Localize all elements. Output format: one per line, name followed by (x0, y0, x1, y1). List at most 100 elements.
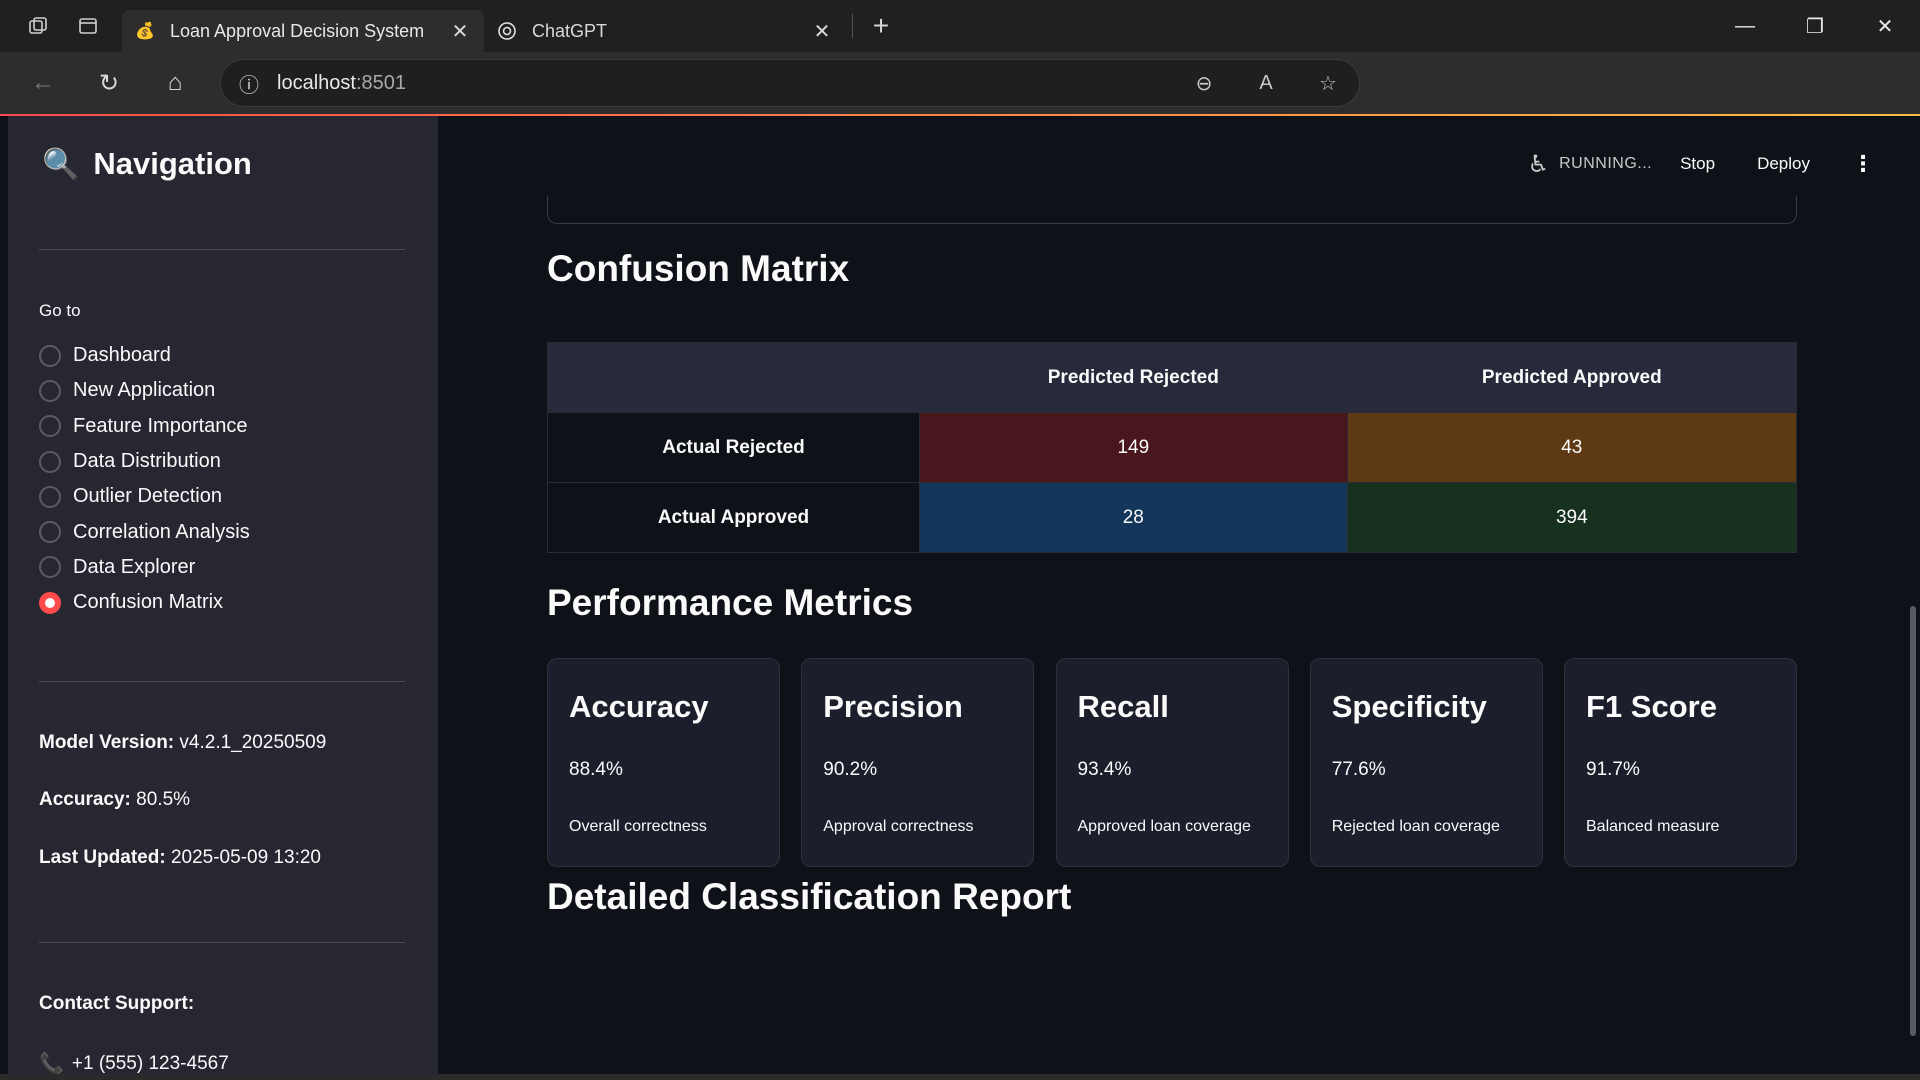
deploy-button[interactable]: Deploy (1757, 154, 1810, 174)
tab-title: Loan Approval Decision System (170, 20, 425, 41)
radio-button[interactable] (39, 415, 61, 438)
radio-button[interactable] (39, 450, 61, 473)
browser-tab-bar: 💰 Loan Approval Decision System ✕ ChatGP… (0, 0, 1920, 52)
table-row: Actual Rejected 149 43 (547, 412, 1798, 483)
tab-title: ChatGPT (532, 20, 608, 41)
restore-icon[interactable]: ❐ (1780, 0, 1850, 52)
tab-loan-approval[interactable]: 💰 Loan Approval Decision System ✕ (122, 10, 484, 52)
divider (39, 942, 405, 943)
sidebar-item-outlier-detection[interactable]: Outlier Detection (39, 479, 250, 514)
classification-report-heading: Detailed Classification Report (547, 876, 1072, 917)
minimize-icon[interactable]: — (1710, 0, 1780, 52)
last-updated: Last Updated: 2025-05-09 13:20 (39, 847, 321, 869)
phone-line: 📞 +1 (555) 123-4567 (39, 1051, 229, 1076)
table-row: Actual Approved 28 394 (547, 482, 1798, 553)
metric-title: Accuracy (569, 689, 709, 724)
radio-label: Confusion Matrix (73, 591, 224, 614)
radio-button[interactable] (39, 344, 61, 367)
radio-button[interactable] (39, 379, 61, 402)
metric-card-recall: Recall 93.4% Approved loan coverage (1055, 658, 1289, 867)
zoom-out-icon[interactable]: ⊖ (1173, 71, 1235, 96)
metric-card-accuracy: Accuracy 88.4% Overall correctness (547, 658, 780, 867)
radio-button[interactable] (39, 485, 61, 508)
running-status: RUNNING... (1559, 155, 1653, 172)
accuracy-value: 80.5% (130, 789, 191, 810)
new-tab-icon[interactable]: + (859, 10, 903, 42)
metric-value: 77.6% (1331, 759, 1386, 780)
metric-card-precision: Precision 90.2% Approval correctness (801, 658, 1035, 867)
cell-true-negative: 149 (919, 412, 1348, 483)
money-bag-icon: 💰 (135, 23, 155, 40)
read-aloud-icon[interactable]: A (1235, 72, 1297, 95)
last-updated-label: Last Updated: (39, 847, 166, 868)
row-header: Actual Approved (547, 482, 920, 553)
model-version: Model Version: v4.2.1_20250509 (39, 732, 326, 754)
contact-support-label: Contact Support: (39, 993, 195, 1014)
radio-label: Outlier Detection (73, 485, 222, 508)
sidebar-item-correlation-analysis[interactable]: Correlation Analysis (39, 514, 250, 549)
radio-button[interactable] (39, 556, 61, 579)
navigation-radio-group: Dashboard New Application Feature Import… (39, 338, 250, 620)
row-header: Actual Rejected (547, 412, 920, 483)
site-info-icon[interactable]: ⓘ (221, 69, 277, 98)
metric-title: Specificity (1331, 689, 1487, 724)
metric-title: F1 Score (1586, 689, 1717, 724)
metric-title: Precision (823, 689, 963, 724)
sidebar-title: 🔍 Navigation (42, 146, 252, 182)
sidebar-item-feature-importance[interactable]: Feature Importance (39, 409, 250, 444)
metric-value: 90.2% (823, 759, 878, 780)
metric-value: 91.7% (1586, 759, 1640, 780)
model-version-value: v4.2.1_20250509 (174, 732, 327, 753)
radio-label: Dashboard (73, 344, 171, 367)
main-menu-icon[interactable]: ⋮ (1852, 151, 1874, 177)
metric-description: Approved loan coverage (1077, 818, 1251, 835)
metric-description: Approval correctness (823, 818, 974, 835)
radio-label: Data Explorer (73, 555, 196, 578)
tab-separator (852, 14, 853, 38)
accuracy-label: Accuracy: (39, 789, 131, 810)
url-field[interactable]: ⓘ localhost:8501 ⊖ A ☆ (220, 59, 1360, 107)
stop-button[interactable]: Stop (1680, 154, 1715, 174)
metric-title: Recall (1077, 689, 1169, 724)
metric-description: Rejected loan coverage (1331, 818, 1500, 835)
url-port: :8501 (355, 71, 406, 94)
favorite-star-icon[interactable]: ☆ (1297, 71, 1359, 96)
sidebar: 🔍 Navigation Go to Dashboard New Applica… (8, 116, 438, 1080)
radio-label: Data Distribution (73, 450, 221, 473)
cell-false-positive: 43 (1346, 412, 1798, 483)
scrollbar[interactable] (1910, 606, 1916, 1036)
close-tab-icon[interactable]: ✕ (448, 19, 472, 44)
sidebar-item-confusion-matrix[interactable]: Confusion Matrix (39, 585, 250, 620)
divider (39, 681, 405, 682)
refresh-icon[interactable]: ↻ (76, 59, 142, 107)
divider (39, 249, 405, 250)
sidebar-item-data-distribution[interactable]: Data Distribution (39, 444, 250, 479)
radio-button-selected[interactable] (39, 591, 61, 614)
column-header: Predicted Rejected (919, 342, 1348, 413)
metric-description: Balanced measure (1586, 818, 1720, 835)
confusion-matrix-table: Predicted Rejected Predicted Approved Ac… (547, 342, 1798, 553)
sidebar-item-data-explorer[interactable]: Data Explorer (39, 550, 250, 585)
radio-button[interactable] (39, 521, 61, 544)
home-icon[interactable]: ⌂ (142, 59, 208, 107)
chatgpt-icon (496, 20, 518, 42)
metric-card-f1-score: F1 Score 91.7% Balanced measure (1564, 658, 1797, 867)
app-header-toolbar: ♿ RUNNING... Stop Deploy ⋮ (1528, 146, 1920, 182)
close-tab-icon[interactable]: ✕ (810, 19, 834, 44)
workspaces-icon[interactable] (16, 6, 60, 46)
cell-false-negative: 28 (919, 482, 1348, 553)
sidebar-item-new-application[interactable]: New Application (39, 373, 250, 408)
close-window-icon[interactable]: ✕ (1850, 0, 1920, 52)
metric-value: 93.4% (1077, 759, 1132, 780)
sidebar-item-dashboard[interactable]: Dashboard (39, 338, 250, 373)
tab-actions-icon[interactable] (66, 6, 110, 46)
table-header-row: Predicted Rejected Predicted Approved (547, 342, 1798, 413)
corner-cell (547, 342, 920, 413)
metrics-row: Accuracy 88.4% Overall correctness Preci… (547, 658, 1797, 867)
radio-label: Correlation Analysis (73, 520, 250, 543)
bottom-edge (0, 1074, 1920, 1080)
performance-metrics-heading: Performance Metrics (547, 582, 914, 623)
goto-label: Go to (39, 301, 81, 320)
tab-chatgpt[interactable]: ChatGPT ✕ (484, 10, 846, 52)
back-icon[interactable]: ← (10, 59, 76, 107)
